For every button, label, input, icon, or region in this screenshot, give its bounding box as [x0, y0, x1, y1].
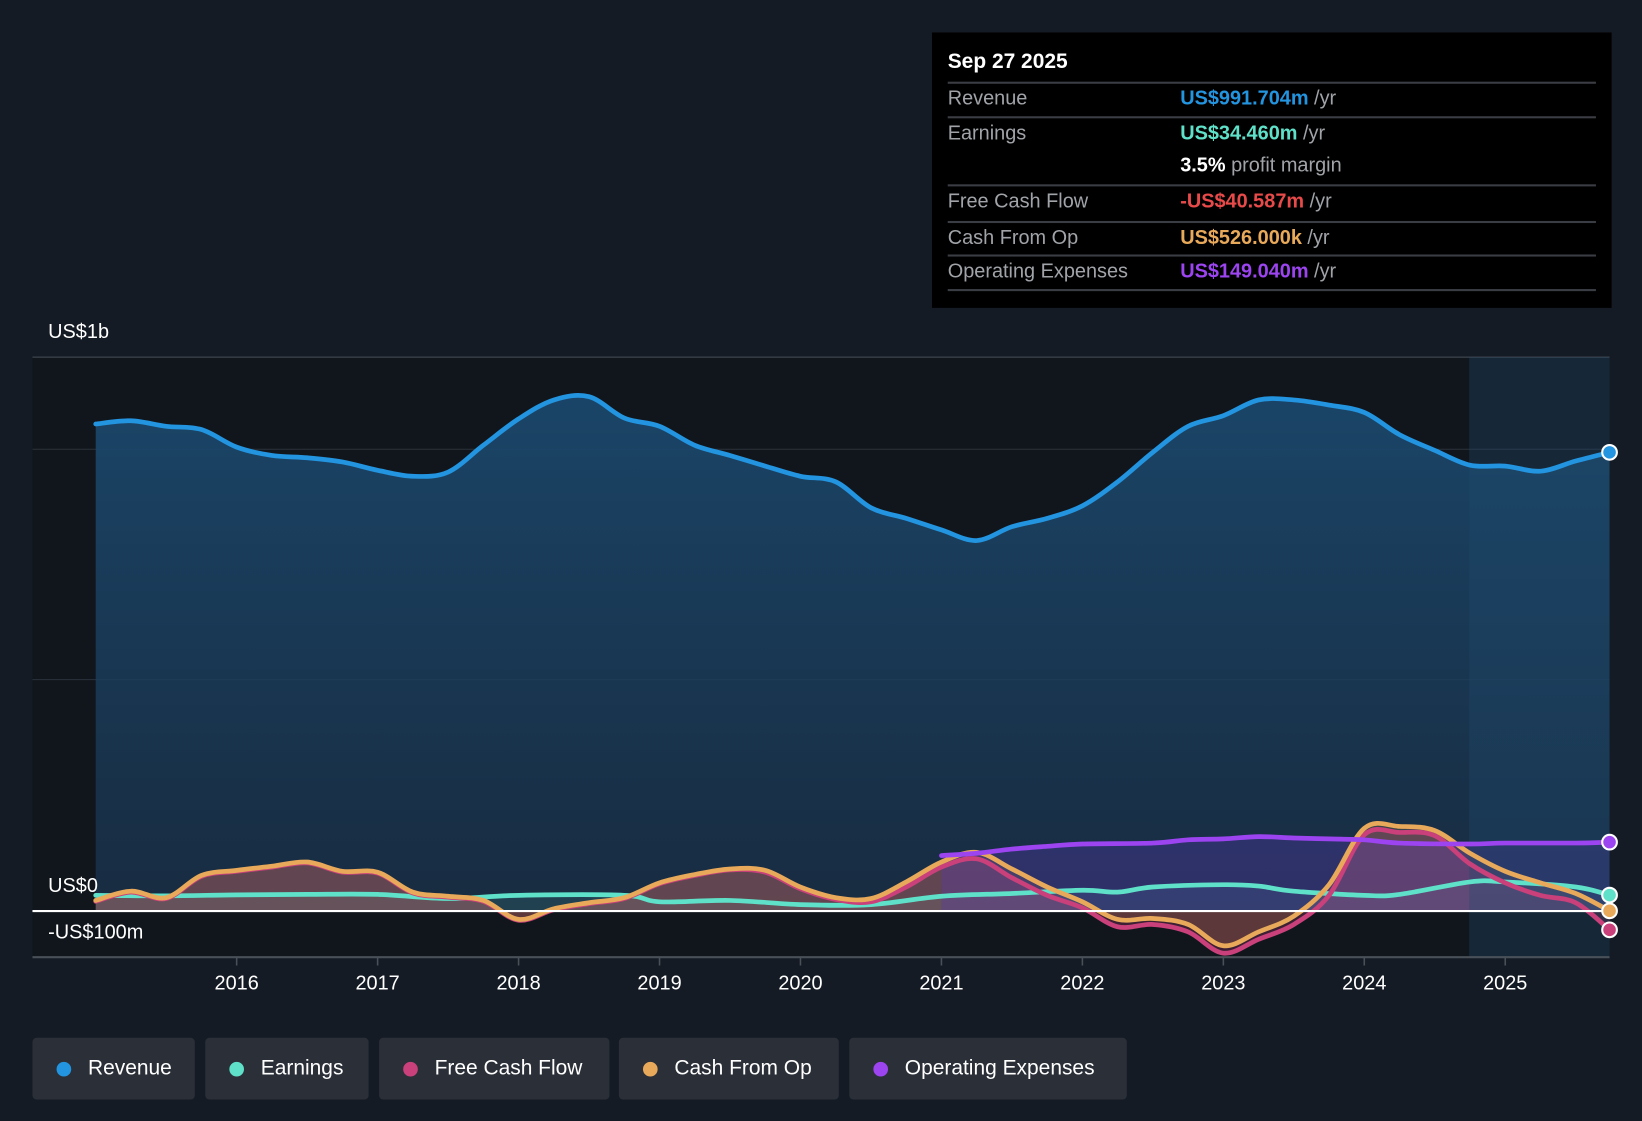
recent-period-highlight — [1469, 357, 1610, 958]
legend-label: Cash From Op — [674, 1056, 812, 1080]
operating-expenses-endpoint[interactable] — [1601, 833, 1618, 851]
x-tick-label: 2016 — [215, 973, 259, 995]
legend-earnings[interactable]: Earnings — [205, 1037, 369, 1100]
tooltip-value: -US$40.587m /yr — [1180, 190, 1332, 213]
tooltip-value: US$991.704m /yr — [1180, 87, 1337, 110]
tooltip-label: Operating Expenses — [947, 260, 1129, 283]
legend-label: Operating Expenses — [904, 1056, 1095, 1080]
x-tick-label: 2022 — [1060, 973, 1104, 995]
tooltip-value: US$526.000k /yr — [1180, 227, 1330, 250]
x-tick-label: 2019 — [637, 973, 681, 995]
tooltip-label: Earnings — [947, 122, 1027, 145]
tooltip-row: Revenue US$991.704m /yr — [947, 81, 1596, 117]
legend-dot-icon — [403, 1061, 418, 1076]
x-tick-label: 2017 — [356, 973, 400, 995]
x-tick-label: 2025 — [1483, 973, 1527, 995]
legend-dot-icon — [642, 1061, 658, 1076]
tooltip-value: US$149.040m /yr — [1180, 260, 1337, 283]
revenue-endpoint[interactable] — [1601, 443, 1618, 461]
legend-revenue[interactable]: Revenue — [32, 1037, 195, 1100]
y-label-neg: -US$100m — [48, 921, 144, 944]
legend-label: Revenue — [87, 1056, 172, 1080]
tooltip-row: Operating Expenses US$149.040m /yr — [947, 254, 1596, 289]
tooltip: Sep 27 2025 Revenue US$991.704m /yr Earnin… — [932, 32, 1612, 308]
x-tick-label: 2024 — [1342, 973, 1386, 995]
legend-free-cash-flow[interactable]: Free Cash Flow — [379, 1037, 610, 1100]
tooltip-date: Sep 27 2025 — [947, 50, 1068, 74]
legend-operating-expenses[interactable]: Operating Expenses — [849, 1037, 1127, 1100]
y-label-top: US$1b — [48, 321, 110, 344]
x-tick-label: 2020 — [778, 973, 822, 995]
y-label-zero: US$0 — [48, 875, 98, 898]
tooltip-value: 3.5% profit margin — [1180, 154, 1342, 177]
legend-label: Earnings — [260, 1056, 344, 1080]
tooltip-label: Free Cash Flow — [947, 190, 1089, 213]
free-cash-flow-endpoint[interactable] — [1601, 921, 1618, 939]
x-tick-label: 2023 — [1201, 973, 1245, 995]
legend-dot-icon — [56, 1061, 72, 1076]
x-tick-label: 2018 — [496, 973, 540, 995]
legend-dot-icon — [873, 1061, 889, 1076]
tooltip-divider — [947, 289, 1596, 292]
tooltip-row: Earnings US$34.460m /yr — [947, 116, 1596, 151]
tooltip-row: 3.5% profit margin — [948, 151, 1596, 183]
tooltip-row: Free Cash Flow -US$40.587m /yr — [947, 184, 1596, 219]
x-tick-label: 2021 — [919, 973, 963, 995]
tooltip-label: Revenue — [947, 87, 1028, 110]
tooltip-value: US$34.460m /yr — [1180, 122, 1326, 145]
legend-cash-from-op[interactable]: Cash From Op — [618, 1037, 839, 1100]
legend-label: Free Cash Flow — [434, 1056, 583, 1080]
chart-widget: 2016 2017 2018 2019 2020 2021 2022 2023 2024 2025… — [0, 0, 1642, 1121]
legend-dot-icon — [229, 1061, 244, 1076]
tooltip-label: Cash From Op — [947, 227, 1079, 250]
cash-from-op-endpoint[interactable] — [1601, 902, 1618, 920]
tooltip-row: Cash From Op US$526.000k /yr — [947, 220, 1596, 256]
earnings-endpoint[interactable] — [1601, 886, 1618, 904]
